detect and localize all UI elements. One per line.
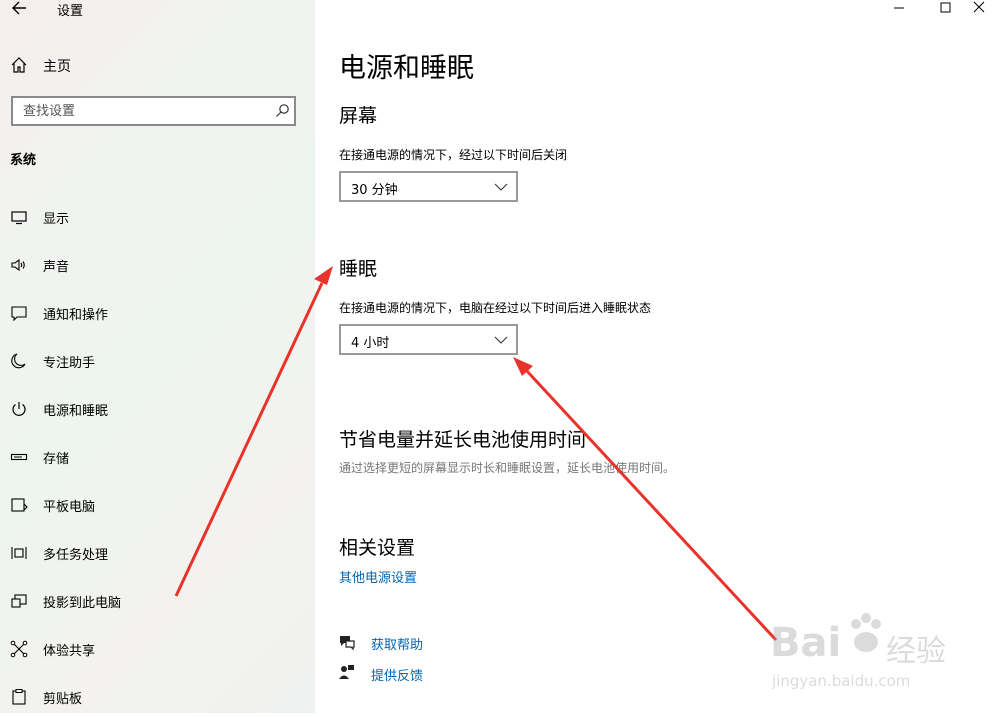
tablet-icon	[11, 498, 28, 512]
page-title: 电源和睡眠	[339, 53, 474, 84]
sidebar-item-label: 通知和操作	[43, 308, 109, 323]
screen-description: 在接通电源的情况下，经过以下时间后关闭	[339, 148, 568, 162]
sleep-description: 在接通电源的情况下，电脑在经过以下时间后进入睡眠状态	[339, 301, 652, 315]
screen-timeout-dropdown[interactable]: 30 分钟	[339, 171, 518, 202]
sidebar-item-notifications[interactable]: 通知和操作	[0, 293, 315, 333]
sidebar-item-sound[interactable]: 声音	[0, 245, 315, 285]
sleep-timeout-dropdown[interactable]: 4 小时	[339, 324, 518, 355]
sidebar-item-label: 声音	[43, 260, 70, 275]
sidebar-item-display[interactable]: 显示	[0, 197, 315, 237]
notification-icon	[11, 306, 27, 322]
help-icon	[340, 636, 355, 651]
screen-timeout-value: 30 分钟	[351, 183, 398, 198]
sidebar-item-label: 专注助手	[43, 356, 96, 371]
sidebar-item-label: 投影到此电脑	[43, 596, 122, 611]
chevron-down-icon	[494, 183, 508, 191]
sidebar-item-project[interactable]: 投影到此电脑	[0, 581, 315, 621]
sidebar-item-label: 体验共享	[43, 644, 96, 659]
sidebar-item-home[interactable]: 主页	[10, 54, 71, 76]
storage-icon	[10, 453, 28, 461]
sidebar-item-clipboard[interactable]: 剪贴板	[0, 677, 315, 717]
additional-power-settings-link[interactable]: 其他电源设置	[339, 567, 417, 586]
share-icon	[10, 640, 28, 658]
sidebar-item-multitasking[interactable]: 多任务处理	[0, 533, 315, 573]
app-title: 设置	[57, 4, 84, 19]
multitask-icon	[11, 547, 27, 559]
sidebar-item-shared-experiences[interactable]: 体验共享	[0, 629, 315, 669]
sidebar-item-home-label: 主页	[43, 59, 71, 75]
sidebar: 设置 主页 系统 显示 声音 通知和操作	[0, 0, 315, 713]
sidebar-item-label: 平板电脑	[43, 500, 96, 515]
power-icon	[12, 402, 26, 416]
display-icon	[11, 211, 27, 225]
sidebar-item-storage[interactable]: 存储	[0, 437, 315, 477]
project-icon	[11, 594, 27, 608]
give-feedback-link[interactable]: 提供反馈	[371, 665, 423, 684]
speaker-icon	[11, 258, 25, 272]
feedback-icon	[339, 665, 354, 679]
battery-heading: 节省电量并延长电池使用时间	[339, 429, 587, 451]
get-help-link[interactable]: 获取帮助	[371, 634, 423, 653]
search-box[interactable]	[11, 96, 296, 126]
search-icon[interactable]	[274, 103, 290, 119]
section-label-system: 系统	[10, 153, 37, 168]
back-arrow-icon	[12, 1, 26, 15]
sidebar-item-focus-assist[interactable]: 专注助手	[0, 341, 315, 381]
sleep-heading: 睡眠	[339, 258, 378, 280]
chevron-down-icon	[494, 336, 508, 344]
sidebar-item-label: 多任务处理	[43, 548, 109, 563]
sleep-timeout-value: 4 小时	[351, 336, 390, 351]
related-settings-heading: 相关设置	[339, 537, 416, 559]
sidebar-item-label: 电源和睡眠	[43, 404, 109, 419]
sidebar-item-label: 剪贴板	[43, 692, 83, 707]
clipboard-icon	[12, 689, 26, 705]
home-icon	[11, 57, 27, 73]
sidebar-item-power-sleep[interactable]: 电源和睡眠	[0, 389, 315, 429]
main-content: 电源和睡眠 屏幕 在接通电源的情况下，经过以下时间后关闭 30 分钟 睡眠 在接…	[315, 0, 1002, 713]
battery-description: 通过选择更短的屏幕显示时长和睡眠设置，延长电池使用时间。	[339, 461, 676, 475]
search-input[interactable]	[13, 98, 263, 124]
screen-heading: 屏幕	[339, 105, 378, 127]
moon-icon	[11, 353, 26, 369]
sidebar-item-label: 显示	[43, 212, 70, 227]
sidebar-item-tablet[interactable]: 平板电脑	[0, 485, 315, 525]
back-button[interactable]	[10, 0, 30, 18]
sidebar-item-label: 存储	[43, 452, 70, 467]
